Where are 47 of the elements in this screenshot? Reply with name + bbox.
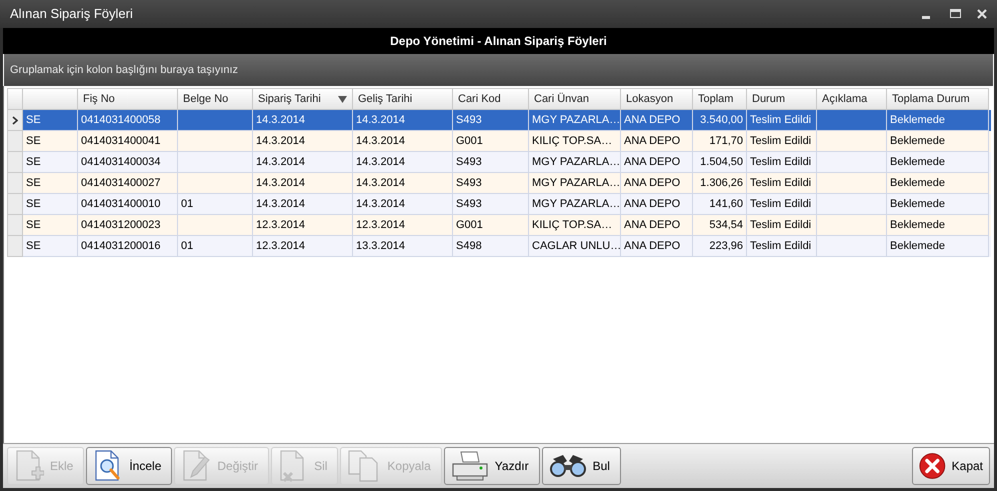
- table-cell: Beklemede: [887, 236, 989, 257]
- table-row[interactable]: SE 0414031200023 12.3.2014 12.3.2014 G001 KILIÇ TOP.SA… ANA DEPO 534,54 Teslim Edildi Beklemede: [7, 215, 991, 236]
- document-pencil-icon: [181, 449, 212, 483]
- maximize-icon[interactable]: [950, 9, 961, 19]
- table-row[interactable]: SE 0414031400010 01 14.3.2014 14.3.2014 S493 MGY PAZARLA… ANA DEPO 141,60 Teslim Edildi Beklemede: [7, 194, 991, 215]
- document-add-icon: [14, 449, 44, 483]
- column-header[interactable]: Toplama Durum: [887, 88, 989, 110]
- table-cell: Teslim Edildi: [747, 236, 817, 257]
- column-header[interactable]: Geliş Tarihi: [353, 88, 453, 110]
- table-cell: 0414031200016: [78, 236, 178, 257]
- close-button[interactable]: Kapat: [912, 447, 990, 485]
- column-header[interactable]: Sipariş Tarihi: [253, 88, 353, 110]
- header-title: Depo Yönetimi - Alınan Sipariş Föyleri: [390, 33, 607, 50]
- close-icon[interactable]: [977, 9, 987, 19]
- table-cell: SE: [23, 236, 78, 257]
- toolbar-button[interactable]: Bul: [542, 447, 621, 485]
- binoculars-icon: [548, 453, 587, 479]
- table-cell: 223,96: [693, 236, 747, 257]
- table-row[interactable]: SE 0414031400058 14.3.2014 14.3.2014 S493 MGY PAZARLA… ANA DEPO 3.540,00 Teslim Edildi Beklemede: [7, 110, 991, 131]
- column-header[interactable]: Cari Kod: [453, 88, 529, 110]
- column-header[interactable]: Cari Ünvan: [529, 88, 621, 110]
- window-title: Alınan Sipariş Föyleri: [10, 5, 134, 24]
- sort-descending-icon: [338, 96, 347, 102]
- row-indicator[interactable]: [7, 110, 23, 131]
- current-row-icon: [12, 116, 18, 124]
- column-header[interactable]: Durum: [747, 88, 817, 110]
- toolbar-button[interactable]: Yazdır: [444, 447, 540, 485]
- table-cell: ANA DEPO: [621, 236, 693, 257]
- column-header[interactable]: Açıklama: [817, 88, 887, 110]
- group-hint: Gruplamak için kolon başlığını buraya taşıyınız: [10, 62, 238, 78]
- printer-icon: [450, 450, 489, 482]
- column-header[interactable]: Belge No: [178, 88, 253, 110]
- column-header[interactable]: Fiş No: [78, 88, 178, 110]
- table-row[interactable]: SE 0414031400041 14.3.2014 14.3.2014 G001 KILIÇ TOP.SA… ANA DEPO 171,70 Teslim Edildi Beklemede: [7, 131, 991, 152]
- table-cell: 13.3.2014: [353, 236, 453, 257]
- table-row[interactable]: SE 0414031400034 14.3.2014 14.3.2014 S493 MGY PAZARLA… ANA DEPO 1.504,50 Teslim Edildi Beklemede: [7, 152, 991, 173]
- table-cell: CAGLAR UNLU…: [529, 236, 621, 257]
- column-header[interactable]: Lokasyon: [621, 88, 693, 110]
- table-cell: 01: [178, 236, 253, 257]
- table-row[interactable]: SE 0414031200016 01 12.3.2014 13.3.2014 S498 CAGLAR UNLU… ANA DEPO 223,96 Teslim Edildi Beklemede: [7, 236, 991, 257]
- table-cell: S498: [453, 236, 529, 257]
- toolbar-button[interactable]: İncele: [86, 447, 172, 485]
- table-cell: [817, 236, 887, 257]
- table-cell: 12.3.2014: [253, 236, 353, 257]
- column-header[interactable]: Toplam: [693, 88, 747, 110]
- close-icon: [919, 451, 946, 481]
- table-row[interactable]: SE 0414031400027 14.3.2014 14.3.2014 S493 MGY PAZARLA… ANA DEPO 1.306,26 Teslim Edildi Beklemede: [7, 173, 991, 194]
